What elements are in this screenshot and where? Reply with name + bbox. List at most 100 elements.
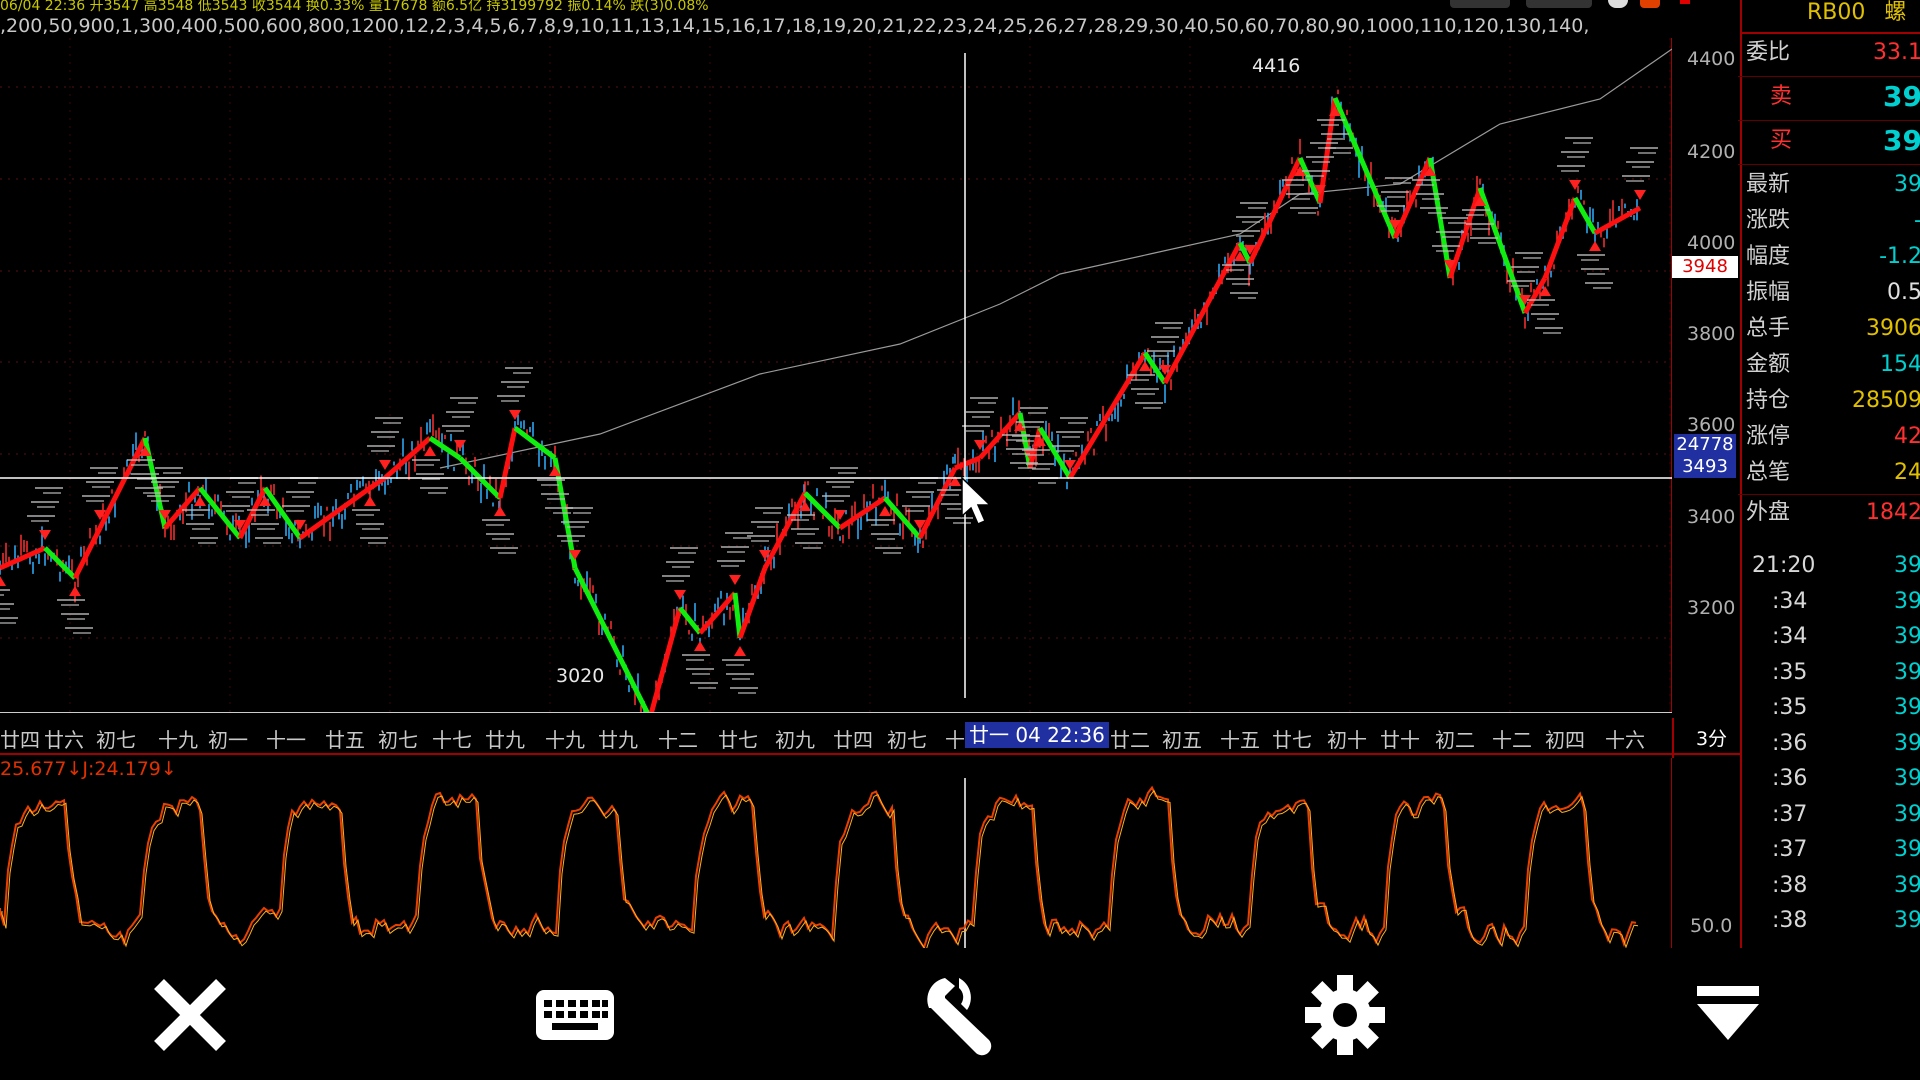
gear-icon [1305, 975, 1385, 1055]
current-price-tag: 3948 [1672, 256, 1738, 278]
annotation-mark [27, 515, 55, 517]
annotation-mark [1393, 182, 1411, 184]
annotation-mark [90, 467, 118, 469]
annotation-mark [1537, 318, 1555, 320]
zigzag-segment [383, 436, 432, 480]
annotation-mark [1561, 170, 1579, 172]
quote-row: 外盘 1842 [1746, 496, 1920, 530]
tick-time: :37 [1772, 837, 1808, 862]
collapse-button[interactable] [1683, 970, 1773, 1060]
close-button[interactable] [145, 970, 235, 1060]
keyboard-button[interactable] [530, 970, 620, 1060]
main-price-chart[interactable] [0, 38, 1672, 713]
timeframe-label[interactable]: 3分 [1683, 724, 1740, 751]
annotation-mark [1022, 426, 1040, 428]
signal-marker [734, 646, 746, 656]
annotation-mark [1416, 193, 1444, 195]
quote-row: 金额 154 [1746, 348, 1920, 382]
annotation-mark [131, 464, 149, 466]
tick-value: 39 [1894, 872, 1920, 898]
keyboard-icon [536, 990, 614, 1040]
tick-row[interactable]: :34 39 [1742, 619, 1920, 654]
tick-value: 39 [1894, 801, 1920, 827]
tools-button[interactable] [915, 970, 1005, 1060]
tick-row[interactable]: :36 39 [1742, 761, 1920, 796]
annotation-mark [0, 622, 16, 624]
annotation-mark [35, 487, 63, 489]
annotation-mark [573, 512, 591, 514]
annotation-mark [1317, 119, 1345, 121]
signal-marker [494, 506, 506, 516]
annotation-mark [1561, 151, 1589, 153]
tick-row[interactable]: :36 39 [1742, 726, 1920, 761]
tick-row[interactable]: :37 39 [1742, 832, 1920, 867]
annotation-mark [1626, 161, 1654, 163]
indicator-level-label: 50.0 [1690, 915, 1733, 937]
annotation-mark [1333, 152, 1351, 154]
toggle-button-2[interactable] [1526, 0, 1592, 8]
quote-row: 涨跌 - [1746, 204, 1920, 238]
signal-marker [424, 446, 436, 456]
annotation-mark [92, 486, 110, 488]
tick-row[interactable]: :38 39 [1742, 903, 1920, 938]
date-axis-label: 十二 [1492, 728, 1532, 752]
annotation-mark [1028, 412, 1046, 414]
quote-row: 总笔 24 [1746, 456, 1920, 490]
symbol-code[interactable]: RB00 [1807, 0, 1865, 25]
tick-row[interactable]: :35 39 [1742, 690, 1920, 725]
annotation-mark [722, 659, 750, 661]
date-axis-label: 廿二 [1110, 728, 1150, 752]
annotation-mark [1147, 350, 1175, 352]
quote-row-label: 委比 [1746, 40, 1791, 65]
kdj-indicator-chart[interactable] [0, 758, 1672, 948]
annotation-mark [738, 692, 756, 694]
tick-row[interactable]: :37 39 [1742, 797, 1920, 832]
annotation-mark [875, 547, 903, 549]
annotation-mark [1022, 449, 1050, 451]
annotation-mark [838, 472, 856, 474]
close-mini-icon[interactable] [1680, 0, 1690, 4]
zigzag-segment [762, 491, 808, 570]
tick-row[interactable]: :34 39 [1742, 584, 1920, 619]
annotation-mark [751, 521, 779, 523]
tick-list[interactable]: 21:20 39:34 39:34 39:35 39:35 39:36 39:36 39:37… [1740, 548, 1920, 948]
annotation-mark [1155, 322, 1183, 324]
tick-value: 39 [1894, 695, 1920, 720]
annotation-mark [972, 416, 990, 418]
zigzag-segment [72, 526, 103, 580]
quote-row: 持仓 28509 [1746, 384, 1920, 418]
annotation-mark [238, 482, 256, 484]
settings-button[interactable] [1300, 970, 1390, 1060]
annotation-mark [733, 537, 751, 539]
annotation-mark [282, 505, 310, 507]
annotation-mark [1290, 207, 1318, 209]
tick-value: 39 [1894, 588, 1920, 614]
tick-row[interactable]: :35 39 [1742, 655, 1920, 690]
toggle-button-1[interactable] [1450, 0, 1510, 8]
annotation-mark [953, 522, 971, 524]
annotation-mark [690, 682, 718, 684]
annotation-mark [222, 505, 250, 507]
tick-time: :34 [1772, 588, 1808, 614]
annotation-mark [547, 498, 565, 500]
annotation-mark [486, 524, 504, 526]
annotation-mark [803, 547, 821, 549]
alert-mini-icon[interactable] [1640, 0, 1660, 8]
annotation-mark [362, 528, 380, 530]
annotation-mark [826, 500, 844, 502]
annotation-mark [1478, 242, 1496, 244]
quote-row-value: 154 [1880, 352, 1920, 377]
annotation-mark [725, 532, 753, 534]
date-axis: 廿四 廿六 初七 十九 初一 十一 廿五 初七 十七 廿九 十九 廿九 十二 廿七 初九 廿四 初七十廿二 初五十… [0, 718, 1740, 758]
annotation-mark [1016, 440, 1034, 442]
annotation-mark [377, 436, 395, 438]
annotation-mark [1226, 269, 1244, 271]
annotation-mark [1056, 450, 1074, 452]
tick-row[interactable]: 21:20 39 [1742, 548, 1920, 583]
annotation-mark [1131, 388, 1159, 390]
period-selector-row[interactable]: ,200,50,900,1,300,400,500,600,800,1200,1… [0, 14, 1672, 38]
tick-row[interactable]: :38 39 [1742, 868, 1920, 903]
annotation-mark [906, 510, 924, 512]
peak-price-label: 4416 [1252, 55, 1301, 77]
quote-row-label: 外盘 [1746, 500, 1791, 525]
